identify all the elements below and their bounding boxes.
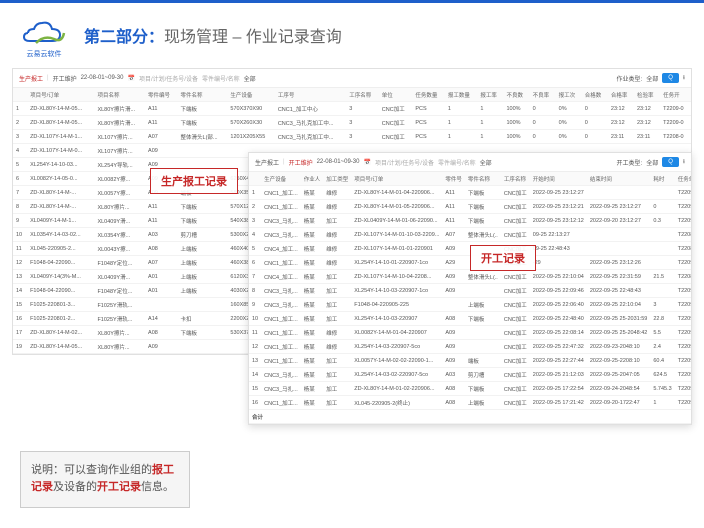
overlay-table: 生产设备作业人加工类型项目号/订单零件号零件名称工序名称开始时间结束时间耗时任务… [249,172,691,424]
table-row[interactable]: 3CNC3_马扎...杨某加工ZD-XL0409Y-14-M-01-06-220… [249,214,691,228]
col-header [13,88,27,102]
start-type-value[interactable]: 全部 [646,158,658,167]
table-row[interactable]: 4CNC3_马扎...杨某维修ZD-XL107Y-14-M-01-10-03-2… [249,228,691,242]
callout-production-report: 生产报工记录 [150,168,238,194]
col-header: 作业人 [301,172,324,186]
table-row[interactable]: 8CNC3_马扎...杨某加工XL254Y-14-10-03-220907-1c… [249,284,691,298]
col-header: 生产设备 [261,172,301,186]
tab-production-report-2[interactable]: 生产报工 [255,158,279,167]
col-header: 不良率 [530,88,556,102]
date-range[interactable]: 22-08-01~09-30 [81,75,124,81]
page-title: 第二部分：现场管理 – 作业记录查询 [84,23,342,47]
overlay-toolbar: 生产报工 | 开工维护 22-08-01~09-30 📅 项目/计划/任务号/设… [249,153,691,172]
col-header: 耗时 [650,172,674,186]
explanation-box: 说明：可以查询作业组的报工记录及设备的开工记录信息。 [20,451,190,508]
export-icon[interactable]: ⭳ [683,73,685,83]
export-icon-2[interactable]: ⭳ [683,157,685,167]
col-header: 任务数量 [412,88,445,102]
table-row[interactable]: 3ZD-XL107Y-14-M-1...XL107Y擦片...A07整体滑头L(… [13,130,691,144]
search-input-2[interactable]: 零件编号/名称 [202,74,240,83]
table-row[interactable]: 15CNC3_马扎...杨某加工ZD-XL80Y-14-M-01-02-2209… [249,382,691,396]
table-row[interactable]: 7CNC4_加工...杨某加工ZD-XL107Y-14-M-10-04-2208… [249,270,691,284]
search-input-1[interactable]: 项目/计划/任务号/设备 [139,74,198,83]
main-toolbar: 生产报工 | 开工维护 22-08-01~09-30 📅 项目/计划/任务号/设… [13,69,691,88]
col-header: 项目号/订单 [351,172,442,186]
callout-start-work: 开工记录 [470,245,536,271]
table-row[interactable]: 14CNC3_马扎...杨某加工XL254Y-14-03-02-220907-5… [249,368,691,382]
col-header: 项目名称 [94,88,145,102]
col-header: 零件编号 [145,88,178,102]
table-row[interactable]: 1ZD-XL80Y-14-M-05...XL80Y擦片滑...A11下端板570… [13,102,691,116]
calendar-icon[interactable]: 📅 [127,75,134,82]
col-header: 合格数 [582,88,608,102]
col-header: 结束时间 [587,172,651,186]
col-header: 不良数 [503,88,529,102]
tab-start-work[interactable]: 开工维护 [53,74,77,83]
col-header: 零件号 [442,172,465,186]
table-row[interactable]: 1CNC1_加工...杨某维修ZD-XL80Y-14-M-01-04-22090… [249,186,691,200]
col-header: 检验率 [634,88,660,102]
filter-all-2[interactable]: 全部 [480,158,492,167]
col-header [249,172,261,186]
header: 云易云软件 第二部分：现场管理 – 作业记录查询 [0,3,704,63]
filter-all[interactable]: 全部 [244,74,256,83]
title-section: 第二部分： [84,29,164,46]
col-header: 零件名称 [465,172,501,186]
explain-mid: 及设备的 [53,481,97,493]
explain-post: 信息。 [141,481,174,493]
explain-pre: 说明：可以查询作业组的 [31,464,152,476]
col-header: 报工率 [477,88,503,102]
total-row: 合计5237.550 [249,410,691,424]
col-header: 零件名称 [178,88,228,102]
col-header: 工序名称 [501,172,530,186]
job-type-label: 作业类型: [617,74,643,83]
table-row[interactable]: 9CNC3_马扎...杨某加工F1048-04-220905-225上端板CNC… [249,298,691,312]
table-row[interactable]: 2CNC1_加工...杨某维修ZD-XL80Y-14-M-01-05-22090… [249,200,691,214]
col-header: 加工类型 [323,172,351,186]
table-row[interactable]: 11CNC1_加工...杨某维修XL0082Y-14-M-01-04-22090… [249,326,691,340]
table-row[interactable]: 12CNC1_加工...杨某维修XL254Y-14-03-220907-5coA… [249,340,691,354]
tab-start-work-2[interactable]: 开工维护 [289,158,313,167]
table-row[interactable]: 16CNC1_加工...杨某加工XL045-220905-2(终止)A08上端板… [249,396,691,410]
col-header: 报工数量 [445,88,478,102]
search-input-4[interactable]: 零件编号/名称 [438,158,476,167]
col-header: 生产设备 [227,88,274,102]
start-type-label: 开工类型: [617,158,643,167]
col-header: 项目号/订单 [27,88,94,102]
col-header: 开始时间 [530,172,587,186]
explain-kw2: 开工记录 [97,481,141,493]
logo-text: 云易云软件 [20,49,68,59]
search-button[interactable]: Q [662,73,679,83]
col-header: 工序名称 [346,88,379,102]
col-header: 合格率 [608,88,634,102]
logo-icon [22,13,66,49]
col-header: 工序号 [275,88,346,102]
overlay-panel: 生产报工 | 开工维护 22-08-01~09-30 📅 项目/计划/任务号/设… [248,152,692,425]
col-header: 报工次 [556,88,582,102]
col-header: 单位 [379,88,413,102]
search-button-2[interactable]: Q [662,157,679,167]
table-row[interactable]: 13CNC1_加工...杨某加工XL0057Y-14-M-02-02-22090… [249,354,691,368]
search-input-3[interactable]: 项目/计划/任务号/设备 [375,158,434,167]
table-row[interactable]: 2ZD-XL80Y-14-M-05...XL80Y擦片滑...A11下端板570… [13,116,691,130]
tab-production-report[interactable]: 生产报工 [19,74,43,83]
calendar-icon-2[interactable]: 📅 [363,159,370,166]
table-row[interactable]: 10CNC1_加工...杨某加工XL254Y-14-10-03-220907A0… [249,312,691,326]
date-range-2[interactable]: 22-08-01~09-30 [317,159,360,165]
job-type-value[interactable]: 全部 [646,74,658,83]
col-header: 任务单号 [675,172,691,186]
logo: 云易云软件 [20,11,68,59]
col-header: 任务开 [660,88,691,102]
title-desc: 现场管理 – 作业记录查询 [164,29,342,46]
